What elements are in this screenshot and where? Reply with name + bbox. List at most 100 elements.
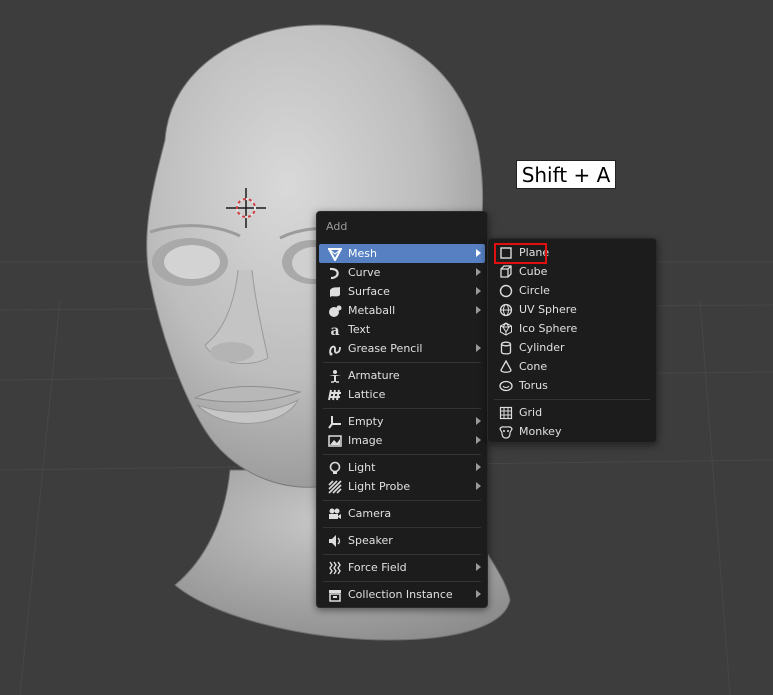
submenu-arrow-icon — [476, 306, 481, 314]
lattice-icon — [327, 387, 343, 403]
collection-instance-icon — [327, 587, 343, 603]
submenu-arrow-icon — [476, 287, 481, 295]
submenu-arrow-icon — [476, 563, 481, 571]
submenu-arrow-icon — [476, 482, 481, 490]
menu-separator — [323, 554, 481, 555]
torus-icon — [498, 378, 514, 394]
menu-item-label: Circle — [519, 284, 550, 297]
menu-item-curve[interactable]: Curve — [319, 263, 485, 282]
menu-separator — [323, 454, 481, 455]
submenu-arrow-icon — [476, 590, 481, 598]
menu-item-label: Ico Sphere — [519, 322, 578, 335]
menu-item-monkey[interactable]: Monkey — [490, 422, 654, 441]
menu-item-empty[interactable]: Empty — [319, 412, 485, 431]
menu-item-label: Surface — [348, 285, 390, 298]
menu-item-text[interactable]: a Text — [319, 320, 485, 339]
cylinder-icon — [498, 340, 514, 356]
menu-item-label: Cone — [519, 360, 548, 373]
cone-icon — [498, 359, 514, 375]
menu-item-label: Text — [348, 323, 371, 336]
menu-separator — [323, 500, 481, 501]
menu-item-label: Speaker — [348, 534, 393, 547]
menu-item-cone[interactable]: Cone — [490, 357, 654, 376]
surface-icon — [327, 284, 343, 300]
grid-icon — [498, 405, 514, 421]
menu-item-light[interactable]: Light — [319, 458, 485, 477]
menu-item-uv-sphere[interactable]: UV Sphere — [490, 300, 654, 319]
menu-item-grid[interactable]: Grid — [490, 403, 654, 422]
plane-highlight-box — [494, 243, 547, 264]
add-menu-title: Add — [326, 220, 348, 233]
menu-item-label: Cylinder — [519, 341, 565, 354]
menu-separator — [323, 408, 481, 409]
grease-pencil-icon — [327, 341, 343, 357]
menu-item-circle[interactable]: Circle — [490, 281, 654, 300]
menu-item-label: Mesh — [348, 247, 377, 260]
speaker-icon — [327, 533, 343, 549]
menu-item-collection-instance[interactable]: Collection Instance — [319, 585, 485, 604]
camera-icon — [327, 506, 343, 522]
light-icon — [327, 460, 343, 476]
menu-item-torus[interactable]: Torus — [490, 376, 654, 395]
menu-item-label: Camera — [348, 507, 392, 520]
menu-item-mesh[interactable]: Mesh — [319, 244, 485, 263]
text-icon: a — [327, 322, 343, 338]
armature-icon — [327, 368, 343, 384]
menu-item-grease-pencil[interactable]: Grease Pencil — [319, 339, 485, 358]
menu-item-label: Cube — [519, 265, 548, 278]
menu-item-label: UV Sphere — [519, 303, 577, 316]
menu-separator — [323, 527, 481, 528]
empty-icon — [327, 414, 343, 430]
menu-item-label: Lattice — [348, 388, 386, 401]
circle-icon — [498, 283, 514, 299]
menu-item-lattice[interactable]: Lattice — [319, 385, 485, 404]
menu-item-label: Torus — [519, 379, 548, 392]
menu-item-label: Curve — [348, 266, 381, 279]
menu-item-light-probe[interactable]: Light Probe — [319, 477, 485, 496]
menu-item-label: Empty — [348, 415, 384, 428]
menu-item-label: Light — [348, 461, 376, 474]
menu-separator — [323, 581, 481, 582]
svg-text:a: a — [330, 323, 339, 337]
uv-sphere-icon — [498, 302, 514, 318]
menu-item-armature[interactable]: Armature — [319, 366, 485, 385]
submenu-arrow-icon — [476, 344, 481, 352]
menu-item-speaker[interactable]: Speaker — [319, 531, 485, 550]
menu-item-force-field[interactable]: Force Field — [319, 558, 485, 577]
submenu-arrow-icon — [476, 268, 481, 276]
menu-item-cube[interactable]: Cube — [490, 262, 654, 281]
light-probe-icon — [327, 479, 343, 495]
menu-item-label: Force Field — [348, 561, 407, 574]
menu-separator — [323, 362, 481, 363]
menu-item-cylinder[interactable]: Cylinder — [490, 338, 654, 357]
submenu-arrow-icon — [476, 463, 481, 471]
shortcut-callout: Shift + A — [516, 160, 616, 189]
menu-item-label: Monkey — [519, 425, 562, 438]
menu-item-ico-sphere[interactable]: Ico Sphere — [490, 319, 654, 338]
force-field-icon — [327, 560, 343, 576]
menu-item-metaball[interactable]: Metaball — [319, 301, 485, 320]
menu-item-label: Collection Instance — [348, 588, 453, 601]
metaball-icon — [327, 303, 343, 319]
monkey-icon — [498, 424, 514, 440]
submenu-arrow-icon — [476, 417, 481, 425]
ico-sphere-icon — [498, 321, 514, 337]
menu-item-label: Metaball — [348, 304, 396, 317]
submenu-arrow-icon — [476, 249, 481, 257]
mesh-submenu: Plane Cube Circle UV Sphere Ico Sphere C… — [487, 238, 657, 443]
add-menu: Add Mesh Curve Surface Metaball a Text G… — [316, 211, 488, 608]
mesh-icon — [327, 246, 343, 262]
menu-separator — [494, 399, 650, 400]
menu-item-label: Grease Pencil — [348, 342, 423, 355]
curve-icon — [327, 265, 343, 281]
submenu-arrow-icon — [476, 436, 481, 444]
image-icon — [327, 433, 343, 449]
menu-item-image[interactable]: Image — [319, 431, 485, 450]
cube-icon — [498, 264, 514, 280]
menu-item-label: Image — [348, 434, 383, 447]
menu-item-camera[interactable]: Camera — [319, 504, 485, 523]
menu-item-surface[interactable]: Surface — [319, 282, 485, 301]
menu-item-label: Light Probe — [348, 480, 411, 493]
menu-item-label: Armature — [348, 369, 400, 382]
menu-item-label: Grid — [519, 406, 543, 419]
